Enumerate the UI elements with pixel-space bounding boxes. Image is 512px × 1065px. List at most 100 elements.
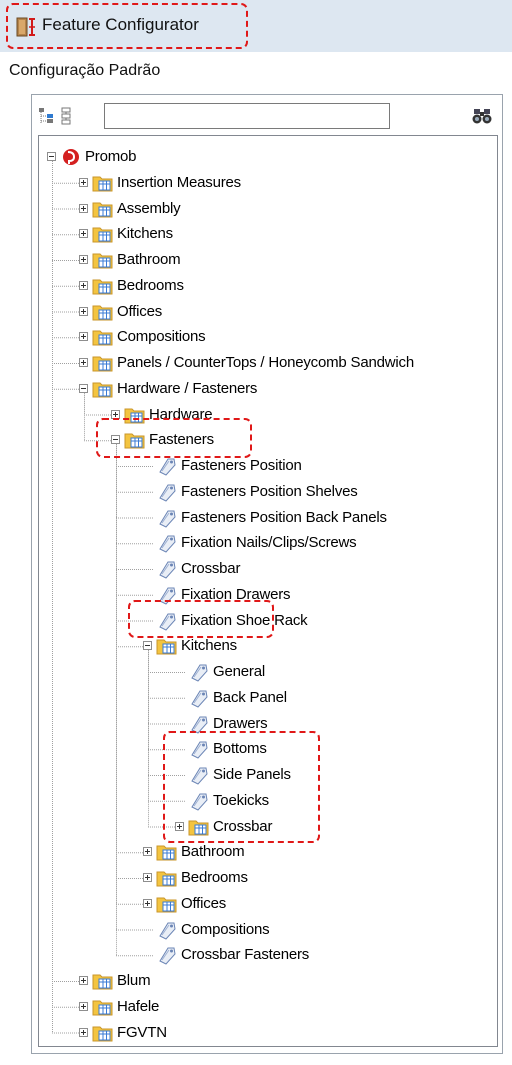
tree-node-bathroom[interactable]: Bathroom [2,249,512,271]
expand-toggle-icon[interactable] [79,306,88,316]
feature-tag-icon [156,508,178,528]
tree-panel: Promob Insertion Measures Assembly Kitchens… [31,94,503,1054]
tree-node-crossbar-fasteners[interactable]: Crossbar Fasteners [2,944,512,966]
tree-node-label: Bedrooms [181,869,248,886]
tree-node-label: Fasteners Position Back Panels [181,508,387,526]
tree-node-label: Fasteners Position [181,457,302,474]
tree-node-label: Hafele [117,997,160,1015]
tree-node-fixation-nails-clips-screws[interactable]: Fixation Nails/Clips/Screws [2,532,512,554]
tree-node-label: Fasteners Position Shelves [181,482,358,500]
tree-node-back-panel[interactable]: Back Panel [2,687,512,709]
folder-icon [156,868,178,888]
tree-node-fasteners-position-back-panels[interactable]: Fasteners Position Back Panels [2,507,512,529]
expand-toggle-icon[interactable] [79,332,88,342]
feature-tag-icon [156,456,178,476]
tree-node-fixation-drawers[interactable]: Fixation Drawers [2,584,512,606]
tree-node-fgvtn[interactable]: FGVTN [2,1022,512,1044]
expand-toggle-icon[interactable] [143,847,152,857]
folder-icon [92,997,114,1017]
expand-toggle-icon[interactable] [79,358,88,367]
expand-toggle-icon[interactable] [79,255,88,264]
tree-node-label: Fasteners [149,431,214,449]
folder-icon [156,842,178,862]
tree-node-label: Promob [85,148,137,165]
feature-tag-icon [188,791,210,811]
tree-node-offices[interactable]: Offices [2,301,512,323]
tree-node-offices[interactable]: Offices [2,893,512,915]
folder-icon [92,250,114,270]
tree-node-assembly[interactable]: Assembly [2,198,512,220]
folder-icon [92,302,114,322]
tree-node-bathroom[interactable]: Bathroom [2,841,512,863]
expand-toggle-icon[interactable] [79,1001,88,1011]
tree-node-fixation-shoe-rack[interactable]: Fixation Shoe Rack [2,610,512,632]
feature-tree[interactable]: Promob Insertion Measures Assembly Kitchens… [38,135,498,1047]
feature-tag-icon [156,611,178,631]
collapse-toggle-icon[interactable] [143,641,152,651]
tree-node-fasteners-position[interactable]: Fasteners Position [2,455,512,477]
folder-icon [92,1023,114,1043]
expand-toggle-icon[interactable] [79,229,88,239]
feature-tag-icon [156,533,178,553]
tree-node-drawers[interactable]: Drawers [2,713,512,735]
folder-icon [92,353,114,373]
tree-node-bedrooms[interactable]: Bedrooms [2,867,512,889]
feature-tag-icon [188,714,210,734]
tree-node-label: Kitchens [117,225,173,243]
folder-icon [92,971,114,991]
tree-node-compositions[interactable]: Compositions [2,919,512,941]
tree-node-label: Panels / CounterTops / Honeycomb Sandwic… [117,354,414,371]
tree-node-crossbar[interactable]: Crossbar [2,816,512,838]
tree-node-kitchens[interactable]: Kitchens [2,635,512,657]
tree-node-promob[interactable]: Promob [2,146,512,168]
tree-node-compositions[interactable]: Compositions [2,326,512,348]
expand-toggle-icon[interactable] [79,976,88,985]
tree-node-toekicks[interactable]: Toekicks [2,790,512,812]
tree-node-kitchens[interactable]: Kitchens [2,223,512,245]
tree-node-label: Fixation Shoe Rack [181,611,308,629]
expand-toggle-icon[interactable] [111,409,120,419]
expand-toggle-icon[interactable] [79,177,88,187]
tree-node-crossbar[interactable]: Crossbar [2,558,512,580]
tree-node-side-panels[interactable]: Side Panels [2,764,512,786]
collapse-toggle-icon[interactable] [47,152,56,161]
expand-toggle-icon[interactable] [79,203,88,213]
tree-node-bedrooms[interactable]: Bedrooms [2,275,512,297]
folder-icon [156,636,178,656]
tree-node-label: Hardware [149,405,213,423]
folder-icon [92,379,114,399]
tree-node-general[interactable]: General [2,661,512,683]
collapse-toggle-icon[interactable] [79,383,88,393]
expand-toggle-icon[interactable] [79,280,88,290]
expand-toggle-icon[interactable] [79,1027,88,1037]
tree-node-label: Toekicks [213,791,269,809]
tree-node-label: Offices [181,894,227,912]
tree-node-fasteners-position-shelves[interactable]: Fasteners Position Shelves [2,481,512,503]
tree-node-fasteners[interactable]: Fasteners [2,429,512,451]
folder-icon [92,224,114,244]
expand-toggle-icon[interactable] [143,898,152,908]
tree-node-blum[interactable]: Blum [2,970,512,992]
expand-toggle-icon[interactable] [175,821,184,831]
tree-node-hardware-fasteners[interactable]: Hardware / Fasteners [2,378,512,400]
tree-node-label: Crossbar [181,560,241,577]
folder-icon [92,199,114,219]
tree-node-panels-countertops-honeycomb-sandwich[interactable]: Panels / CounterTops / Honeycomb Sandwic… [2,352,512,374]
tree-node-label: Compositions [117,328,206,346]
tree-node-label: Blum [117,972,151,989]
feature-tag-icon [188,688,210,708]
tree-node-hardware[interactable]: Hardware [2,404,512,426]
tree-node-hafele[interactable]: Hafele [2,996,512,1018]
feature-tag-icon [156,559,178,579]
expand-toggle-icon[interactable] [143,873,152,882]
tree-node-label: Kitchens [181,637,237,655]
feature-tag-icon [156,482,178,502]
folder-icon [188,817,210,837]
folder-icon [124,405,146,425]
tree-node-bottoms[interactable]: Bottoms [2,738,512,760]
tree-node-label: Back Panel [213,688,287,706]
tree-node-label: Bedrooms [117,276,184,294]
folder-icon [92,276,114,296]
tree-node-insertion-measures[interactable]: Insertion Measures [2,172,512,194]
collapse-toggle-icon[interactable] [111,435,120,445]
